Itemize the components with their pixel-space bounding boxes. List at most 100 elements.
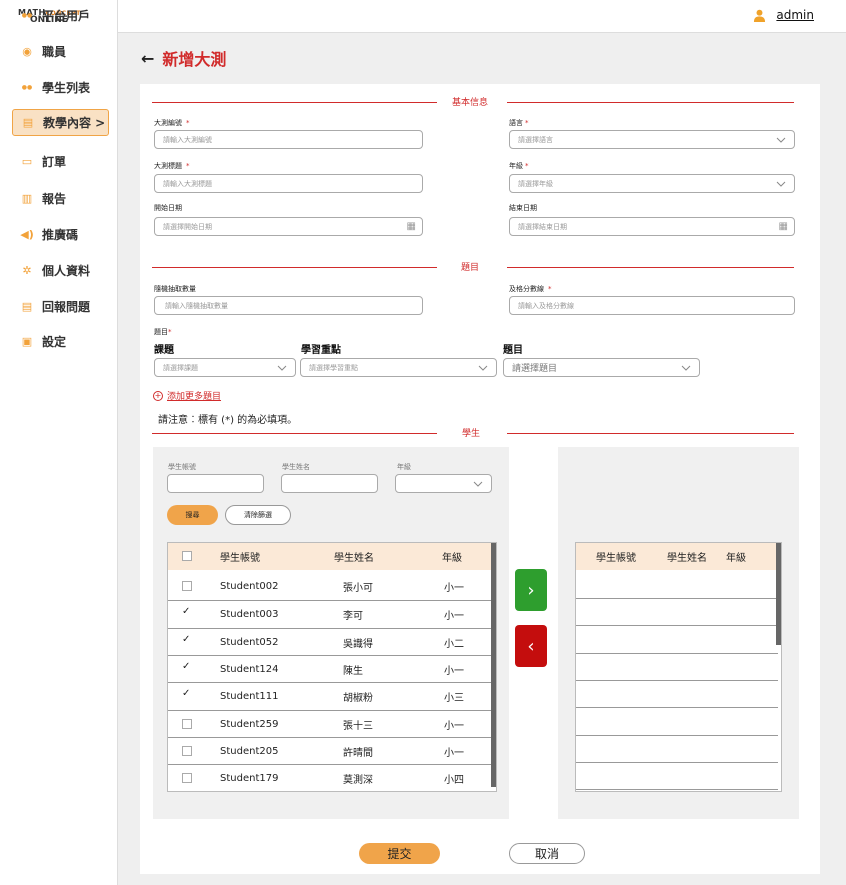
random-count-input[interactable]: 請輸入隨機抽取數量 [154,296,423,315]
add-more-questions-link[interactable]: + 添加更多題目 [153,389,221,402]
row-checkbox[interactable] [182,745,192,756]
select-all-checkbox[interactable] [182,551,192,561]
move-left-button[interactable]: ‹ [515,625,547,667]
row-checkbox[interactable] [182,688,192,702]
start-date-label: 開始日期 [154,204,182,212]
sidebar-item-3[interactable]: ▤ 教學內容 > [12,109,109,136]
table-row[interactable]: Student111 胡椒粉 小三 [168,682,493,709]
focus-select[interactable]: 請選擇學習重點 [300,358,497,377]
cell-account: Student052 [220,636,279,648]
table-scrollbar[interactable] [491,543,496,787]
language-select[interactable]: 請選擇語言 [509,130,795,149]
sidebar-item-4[interactable]: ▭ 訂單 [12,148,109,175]
account-filter-input[interactable] [167,474,264,493]
name-filter-input[interactable] [281,474,378,493]
row-checkbox[interactable] [182,606,192,620]
back-arrow-icon[interactable]: ← [141,49,154,68]
chevron-down-icon [776,137,786,143]
topic-select[interactable]: 請選擇課題 [154,358,296,377]
sidebar-item-7[interactable]: ✲ 個人資料 [12,257,109,284]
row-checkbox[interactable] [182,718,192,729]
pass-score-input[interactable]: 請輸入及格分數線 [509,296,795,315]
topbar: admin [118,0,846,33]
exam-title-input[interactable]: 請輸入大測標題 [154,174,423,193]
selected-table-scrollbar[interactable] [776,543,781,645]
row-checkbox[interactable] [182,634,192,647]
page-title-text: 新增大測 [162,50,227,69]
selected-table-header: 學生帳號 學生姓名 年級 [576,543,778,570]
start-date-input[interactable]: 請選擇開始日期 ▦ [154,217,423,236]
cell-grade: 小一 [444,583,464,594]
chevron-down-icon [681,365,691,371]
cell-name: 胡椒粉 [343,693,373,705]
sidebar-item-8[interactable]: ▤ 回報問題 [12,293,109,320]
cell-name: 莫測深 [343,775,373,787]
cell-account: Student124 [220,663,279,675]
row-checkbox[interactable] [182,773,192,784]
question-select[interactable]: 請選擇題目 [503,358,700,377]
table-row[interactable]: Student002 張小可 小一 [168,573,493,600]
table-row[interactable]: Student179 莫測深 小四 [168,764,493,791]
calendar-icon: ▦ [406,221,416,232]
end-date-input[interactable]: 請選擇結束日期 ▦ [509,217,795,236]
table-row[interactable]: Student052 吳識得 小二 [168,627,493,655]
cell-account: Student179 [220,773,279,785]
sidebar-item-9[interactable]: ▣ 設定 [12,328,109,355]
user-menu[interactable]: admin [753,8,814,22]
search-button[interactable]: 搜尋 [167,505,218,525]
cell-grade: 小一 [444,665,464,677]
chevron-down-icon [473,481,483,487]
staff-icon: ◉ [22,45,32,58]
cell-grade: 小二 [444,638,464,650]
user-icon [754,9,766,22]
sidebar-item-5[interactable]: ▥ 報告 [12,185,109,212]
table-row[interactable]: Student259 張十三 小一 [168,709,493,737]
random-count-label: 隨機抽取數量 [154,285,196,293]
table-row[interactable]: Student124 陳生 小一 [168,654,493,682]
cell-grade: 小一 [444,720,464,732]
grade-select[interactable]: 請選擇年級 [509,174,795,193]
clear-filter-button[interactable]: 清除篩選 [225,505,291,525]
grade-filter-select[interactable] [395,474,492,493]
cell-account: Student003 [220,609,279,621]
move-right-button[interactable]: › [515,569,547,611]
gear-icon: ✲ [22,264,32,277]
question-header: 題目 [503,345,523,356]
submit-button[interactable]: 提交 [359,843,440,864]
username-link[interactable]: admin [776,8,814,22]
table-row[interactable]: Student205 許晴間 小一 [168,736,493,764]
empty-row [576,679,778,707]
sidebar-item-0[interactable]: ●● 平台用戶 [12,2,109,29]
cell-grade: 小一 [444,611,464,623]
selected-header-account: 學生帳號 [596,553,636,564]
focus-header: 學習重點 [301,345,341,356]
empty-row [576,652,778,680]
cancel-button[interactable]: 取消 [509,843,585,864]
sidebar-item-label: 個人資料 [42,264,91,278]
student-table: 學生帳號 學生姓名 年級 Student002張小可小一Student003李可… [167,542,497,792]
sidebar-item-1[interactable]: ◉ 職員 [12,38,109,65]
settings-icon: ▣ [21,335,33,348]
calendar-icon: ▦ [778,221,788,232]
chevron-down-icon [478,365,488,371]
table-row[interactable]: Student003 李可 小一 [168,600,493,627]
section-questions: 題目 [152,260,794,274]
sidebar-item-2[interactable]: ●● 學生列表 [12,74,109,101]
language-label: 語言 * [509,119,529,127]
cell-account: Student205 [220,745,279,757]
row-checkbox[interactable] [182,661,192,674]
sidebar-item-label: 回報問題 [42,300,91,314]
cell-account: Student111 [220,691,279,703]
cell-name: 許晴間 [343,747,373,759]
cell-name: 吳識得 [343,638,373,650]
section-students: 學生 [152,426,794,440]
section-questions-title: 題目 [461,263,480,273]
students-icon: ●● [21,84,33,91]
selected-header-name: 學生姓名 [667,553,707,564]
exam-no-input[interactable]: 請輸入大測編號 [154,130,423,149]
sidebar-item-6[interactable]: ◀) 推廣碼 [12,221,109,248]
row-checkbox[interactable] [182,581,192,591]
book-icon: ▤ [22,116,34,129]
empty-row [576,625,778,652]
cell-account: Student002 [220,581,279,592]
